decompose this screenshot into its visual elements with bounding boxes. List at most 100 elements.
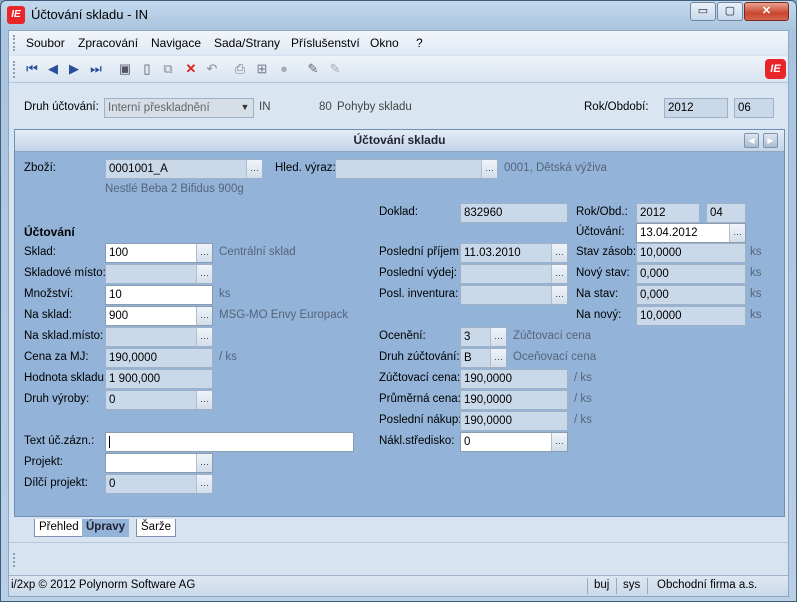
ellipsis-icon[interactable]: … (196, 475, 212, 493)
menu-zpracovani[interactable]: Zpracování (78, 36, 138, 50)
ellipsis-icon[interactable]: … (196, 307, 212, 325)
novy-stav-field[interactable]: 0,000 (636, 264, 746, 284)
nakl-field[interactable]: 0… (460, 432, 568, 452)
na-stav-unit: ks (750, 288, 762, 300)
ellipsis-icon[interactable]: … (196, 328, 212, 346)
ellipsis-icon[interactable]: … (196, 454, 212, 472)
na-misto-field[interactable]: … (105, 327, 213, 347)
ellipsis-icon[interactable]: … (196, 265, 212, 283)
druh-vyroby-field[interactable]: 0… (105, 390, 213, 410)
status-divider (587, 578, 588, 594)
druh-vyroby-value: 0 (109, 394, 116, 406)
novy-stav-label: Nový stav: (576, 267, 630, 279)
title-bar[interactable]: IE Účtování skladu - IN ▭ ▢ ✕ (1, 1, 796, 29)
cena-label: Cena za MJ: (24, 351, 89, 363)
next-record-icon[interactable]: ▶ (66, 61, 82, 77)
uctovani-date-field[interactable]: 13.04.2012 … (636, 223, 746, 243)
ellipsis-icon[interactable]: … (729, 224, 745, 242)
chevron-down-icon[interactable]: ▼ (237, 99, 253, 117)
cena-field[interactable]: 190,0000 (105, 348, 213, 368)
tab-prehled[interactable]: Přehled (34, 519, 84, 537)
ellipsis-icon[interactable]: … (551, 265, 567, 283)
na-sklad-field[interactable]: 900… (105, 306, 213, 326)
obd-field[interactable]: 04 (706, 203, 746, 223)
na-misto-label: Na sklad.místo: (24, 330, 104, 342)
oceneni-field[interactable]: 3… (460, 327, 507, 347)
text-field[interactable] (105, 432, 354, 452)
posl-vydej-field[interactable]: … (460, 264, 568, 284)
stav-zasob-field[interactable]: 10,0000 (636, 243, 746, 263)
hled-field[interactable]: … (335, 159, 498, 179)
obdobi-field[interactable]: 06 (734, 98, 774, 118)
ellipsis-icon[interactable]: … (246, 160, 262, 178)
save-icon[interactable]: ▣ (117, 61, 133, 77)
posl-prijem-field[interactable]: 11.03.2010… (460, 243, 568, 263)
rok-field[interactable]: 2012 (664, 98, 728, 118)
posl-inv-field[interactable]: … (460, 285, 568, 305)
na-stav-label: Na stav: (576, 288, 619, 300)
druh-label: Druh účtování: (24, 101, 99, 113)
tree-icon[interactable]: ⊞ (254, 61, 270, 77)
menu-sada-strany[interactable]: Sada/Strany (214, 36, 280, 50)
delete-icon[interactable]: ✕ (183, 61, 199, 77)
hodnota-field[interactable]: 1 900,000 (105, 369, 213, 389)
ellipsis-icon[interactable]: … (196, 244, 212, 262)
panel-prev-icon[interactable]: ◀ (744, 133, 759, 148)
toolbar-grip[interactable] (13, 61, 16, 78)
edit-pen-disabled-icon[interactable]: ✎ (327, 61, 343, 77)
new-icon[interactable]: ▯ (139, 61, 155, 77)
dilci-field[interactable]: 0… (105, 474, 213, 494)
projekt-field[interactable]: … (105, 453, 213, 473)
edit-pen-icon[interactable]: ✎ (305, 61, 321, 77)
mnozstvi-field[interactable]: 10 (105, 285, 213, 305)
circle-icon[interactable]: ● (276, 61, 292, 77)
zuct-cena-field[interactable]: 190,0000 (460, 369, 568, 389)
tab-sarze[interactable]: Šarže (136, 519, 177, 537)
sklad-field[interactable]: 100… (105, 243, 213, 263)
ellipsis-icon[interactable]: … (490, 349, 506, 367)
header-section: Druh účtování: Interní přeskladnění ▼ IN … (9, 84, 788, 128)
undo-icon[interactable]: ↶ (204, 61, 220, 77)
ellipsis-icon[interactable]: … (481, 160, 497, 178)
prev-record-icon[interactable]: ◀ (45, 61, 61, 77)
uctovani-date-value: 13.04.2012 (640, 227, 698, 239)
prum-cena-field[interactable]: 190,0000 (460, 390, 568, 410)
doklad-field[interactable]: 832960 (460, 203, 568, 223)
posl-nakup-field[interactable]: 190,0000 (460, 411, 568, 431)
ellipsis-icon[interactable]: … (551, 286, 567, 304)
status-grip[interactable] (13, 553, 16, 567)
menu-soubor[interactable]: Soubor (26, 36, 65, 50)
last-record-icon[interactable]: ⏭ (88, 61, 104, 77)
posl-inv-label: Posl. inventura: (379, 288, 459, 300)
druh-select[interactable]: Interní přeskladnění ▼ (104, 98, 254, 118)
print-icon[interactable]: ⎙ (232, 61, 248, 77)
na-sklad-label: Na sklad: (24, 309, 72, 321)
zbozi-field[interactable]: 0001001_A… (105, 159, 263, 179)
close-button[interactable]: ✕ (744, 2, 789, 21)
druh-zuct-field[interactable]: B… (460, 348, 507, 368)
ellipsis-icon[interactable]: … (490, 328, 506, 346)
minimize-button[interactable]: ▭ (690, 2, 716, 21)
menu-prislusenstvi[interactable]: Příslušenství (291, 36, 360, 50)
druh-desc: Pohyby skladu (337, 101, 412, 113)
menu-navigace[interactable]: Navigace (151, 36, 201, 50)
na-novy-label: Na nový: (576, 309, 622, 321)
menu-grip[interactable] (13, 35, 16, 51)
menu-okno[interactable]: Okno (370, 36, 399, 50)
skl-misto-field[interactable]: … (105, 264, 213, 284)
na-stav-field[interactable]: 0,000 (636, 285, 746, 305)
ellipsis-icon[interactable]: … (551, 433, 567, 451)
tab-upravy[interactable]: Úpravy (82, 519, 129, 537)
menu-help[interactable]: ? (416, 36, 423, 50)
prum-cena-unit: / ks (574, 393, 592, 405)
oceneni-desc: Zúčtovací cena (513, 330, 591, 342)
maximize-button[interactable]: ▢ (717, 2, 743, 21)
rok-field-2[interactable]: 2012 (636, 203, 700, 223)
panel-next-icon[interactable]: ▶ (763, 133, 778, 148)
na-novy-field[interactable]: 10,0000 (636, 306, 746, 326)
first-record-icon[interactable]: ⏮ (24, 61, 40, 77)
ellipsis-icon[interactable]: … (196, 391, 212, 409)
nakl-label: Nákl.středisko: (379, 435, 455, 447)
ellipsis-icon[interactable]: … (551, 244, 567, 262)
copy-icon[interactable]: ⧉ (160, 61, 176, 77)
